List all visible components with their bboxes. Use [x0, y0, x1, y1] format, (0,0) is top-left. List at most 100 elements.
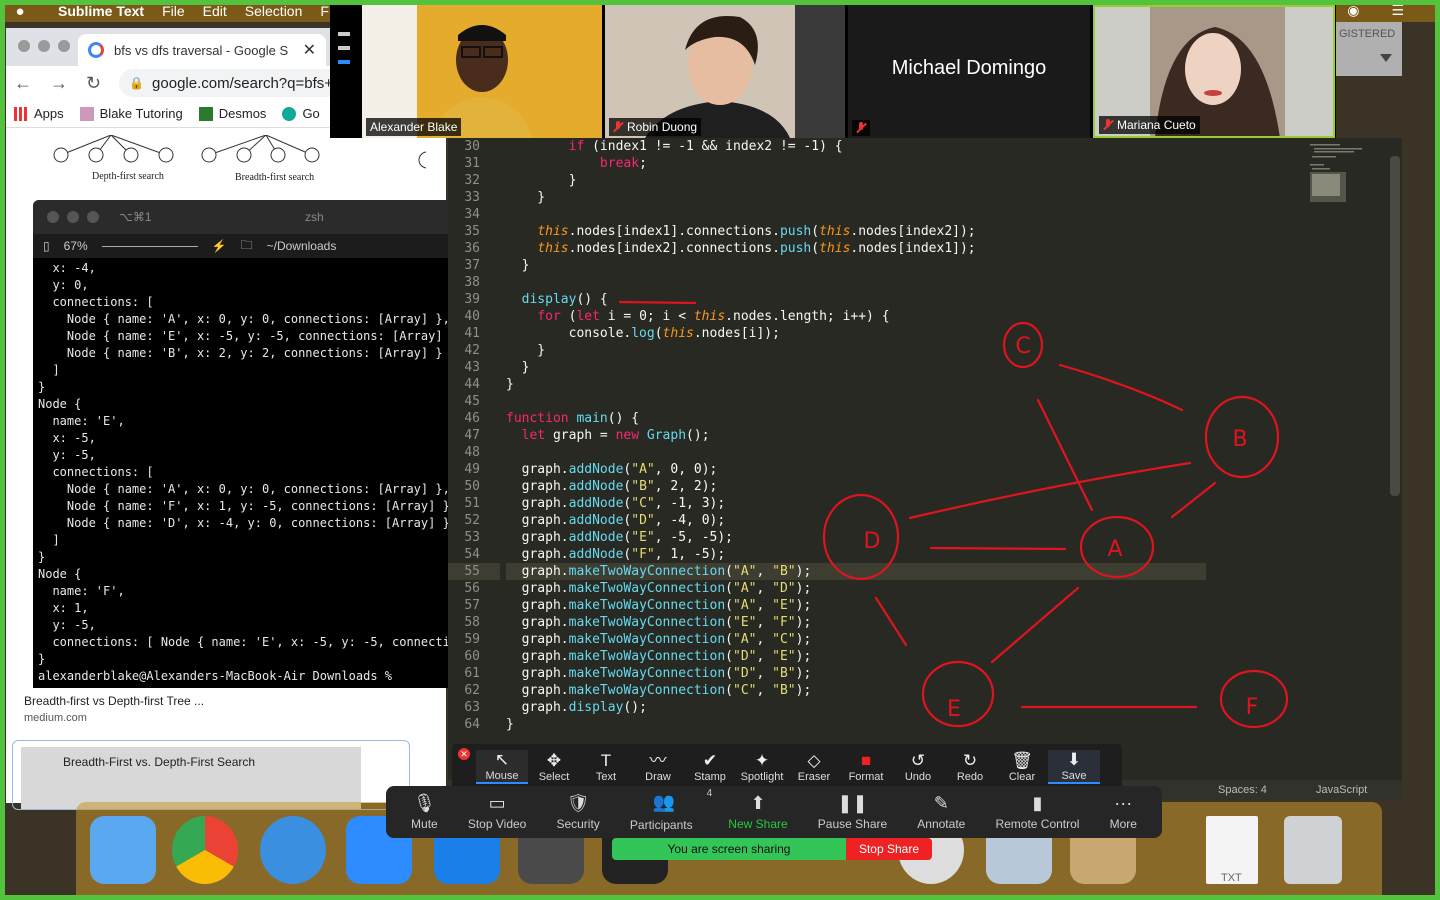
chrome-icon[interactable] — [172, 816, 238, 884]
code-line[interactable]: graph.makeTwoWayConnection("A", "C"); — [506, 631, 1206, 648]
code-line[interactable]: } — [506, 376, 1206, 393]
mute-button[interactable]: 🎙 Mute — [411, 793, 438, 831]
zoom-dot[interactable] — [58, 40, 70, 52]
control-center-icon[interactable]: ☰ — [1391, 2, 1404, 19]
minimize-dot[interactable] — [38, 40, 50, 52]
menu-partial[interactable]: F — [320, 3, 329, 19]
terminal-output[interactable]: x: -4, y: 0, connections: [ Node { name:… — [33, 258, 448, 685]
annotate-button[interactable]: ✎ Annotate — [917, 793, 965, 831]
code-line[interactable]: graph.addNode("E", -5, -5); — [506, 529, 1206, 546]
code-line[interactable]: } — [506, 172, 1206, 189]
code-line[interactable]: graph.makeTwoWayConnection("C", "B"); — [506, 682, 1206, 699]
code-line[interactable]: graph.makeTwoWayConnection("A", "D"); — [506, 580, 1206, 597]
annotate-draw-button[interactable]: 〰 Draw — [632, 751, 684, 783]
minimize-dot[interactable] — [67, 211, 79, 223]
annotate-format-button[interactable]: ■ Format — [840, 751, 892, 783]
participants-button[interactable]: 👥 Participants 4 — [630, 788, 712, 832]
menu-selection[interactable]: Selection — [245, 3, 303, 19]
code-line[interactable]: let graph = new Graph(); — [506, 427, 1206, 444]
trash-icon[interactable] — [1284, 816, 1342, 884]
video-tile-participant-4[interactable]: Mariana Cueto — [1093, 5, 1335, 138]
search-result-title[interactable]: Breadth-first vs Depth-first Tree ... — [24, 694, 204, 708]
code-editor[interactable]: 30 31 32 33 34 35 36 37 38 39 40 41 42 43 44 45 46 47 48 49… — [448, 138, 1402, 800]
code-line[interactable]: function main() { — [506, 410, 1206, 427]
code-line[interactable]: graph.addNode("A", 0, 0); — [506, 461, 1206, 478]
code-line[interactable]: this.nodes[index1].connections.push(this… — [506, 223, 1206, 240]
annotate-clear-button[interactable]: 🗑 Clear — [996, 751, 1048, 783]
close-dot[interactable] — [18, 40, 30, 52]
code-area[interactable]: if (index1 != -1 && index2 != -1) { brea… — [506, 138, 1206, 733]
code-line[interactable] — [506, 393, 1206, 410]
remote-control-button[interactable]: ▮ Remote Control — [995, 793, 1079, 831]
close-annotate-icon[interactable]: ✕ — [458, 748, 470, 760]
code-line[interactable] — [506, 444, 1206, 461]
syntax-mode[interactable]: JavaScript — [1316, 784, 1367, 796]
code-line[interactable]: graph.addNode("D", -4, 0); — [506, 512, 1206, 529]
dropdown-arrow-icon[interactable] — [1380, 54, 1392, 62]
annotate-text-button[interactable]: T Text — [580, 751, 632, 783]
code-line[interactable]: graph.display(); — [506, 699, 1206, 716]
code-line[interactable]: } — [506, 342, 1206, 359]
stop-video-button[interactable]: ▭ Stop Video — [468, 793, 527, 831]
view-switcher[interactable] — [334, 22, 356, 74]
video-tile-participant-3[interactable]: Michael Domingo — [848, 5, 1090, 138]
annotate-mouse-button[interactable]: ↖ Mouse — [476, 750, 528, 784]
code-line[interactable]: } — [506, 716, 1206, 733]
code-line[interactable]: graph.addNode("F", 1, -5); — [506, 546, 1206, 563]
menu-edit[interactable]: Edit — [203, 3, 227, 19]
annotate-redo-button[interactable]: ↻ Redo — [944, 751, 996, 783]
code-line[interactable]: graph.makeTwoWayConnection("D", "B"); — [506, 665, 1206, 682]
zoom-dot[interactable] — [87, 211, 99, 223]
video-tile-participant-2[interactable]: Robin Duong — [605, 5, 845, 138]
browser-tab[interactable]: bfs vs dfs traversal - Google S ✕ — [78, 34, 326, 66]
finder-icon[interactable] — [90, 816, 156, 884]
reload-icon[interactable]: ↻ — [86, 73, 101, 94]
annotate-stamp-button[interactable]: ✔ Stamp — [684, 751, 736, 783]
annotate-save-button[interactable]: ⬇ Save — [1048, 750, 1100, 784]
code-line[interactable]: graph.addNode("B", 2, 2); — [506, 478, 1206, 495]
new-share-button[interactable]: ⬆ New Share — [728, 793, 787, 831]
code-line[interactable]: graph.makeTwoWayConnection("A", "E"); — [506, 597, 1206, 614]
user-icon[interactable]: ◉ — [1347, 2, 1359, 19]
close-tab-icon[interactable]: ✕ — [303, 40, 316, 60]
code-line[interactable]: } — [506, 257, 1206, 274]
menu-app-name[interactable]: Sublime Text — [58, 3, 144, 19]
code-line[interactable]: this.nodes[index2].connections.push(this… — [506, 240, 1206, 257]
code-line[interactable]: console.log(this.nodes[i]); — [506, 325, 1206, 342]
security-button[interactable]: 🛡 Security — [556, 793, 599, 831]
editor-scrollbar[interactable] — [1390, 156, 1400, 496]
code-line[interactable] — [506, 274, 1206, 291]
back-icon[interactable]: ← — [14, 73, 32, 94]
annotate-undo-button[interactable]: ↺ Undo — [892, 751, 944, 783]
code-line[interactable] — [506, 206, 1206, 223]
safari-icon[interactable] — [260, 816, 326, 884]
pause-share-button[interactable]: ❚❚ Pause Share — [818, 793, 887, 831]
bookmark-apps[interactable]: Apps — [14, 106, 64, 121]
code-line[interactable]: graph.makeTwoWayConnection("E", "F"); — [506, 614, 1206, 631]
code-line[interactable]: } — [506, 359, 1206, 376]
stop-share-button[interactable]: Stop Share — [846, 838, 932, 860]
code-line[interactable]: graph.addNode("C", -1, 3); — [506, 495, 1206, 512]
bookmark-blake-tutoring[interactable]: Blake Tutoring — [79, 106, 183, 121]
bookmark-desmos[interactable]: Desmos — [198, 106, 266, 121]
video-tile-participant-1[interactable]: Alexander Blake — [362, 5, 602, 138]
annotate-spotlight-button[interactable]: ✦ Spotlight — [736, 751, 788, 783]
more-button[interactable]: ··· More — [1110, 793, 1137, 831]
code-line[interactable]: if (index1 != -1 && index2 != -1) { — [506, 138, 1206, 155]
minimap[interactable] — [1306, 138, 1386, 218]
code-line[interactable]: for (let i = 0; i < this.nodes.length; i… — [506, 308, 1206, 325]
code-line[interactable]: break; — [506, 155, 1206, 172]
code-line[interactable]: graph.makeTwoWayConnection("D", "E"); — [506, 648, 1206, 665]
indentation-setting[interactable]: Spaces: 4 — [1218, 784, 1267, 796]
annotate-select-button[interactable]: ✥ Select — [528, 751, 580, 783]
code-line[interactable]: graph.makeTwoWayConnection("A", "B"); — [506, 563, 1206, 580]
forward-icon[interactable]: → — [50, 73, 68, 94]
code-line[interactable]: } — [506, 189, 1206, 206]
bookmark-go[interactable]: Go — [282, 106, 320, 121]
code-line[interactable]: display() { — [506, 291, 1206, 308]
close-dot[interactable] — [47, 211, 59, 223]
image-result-card[interactable]: Breadth-First vs. Depth-First Search — [12, 740, 410, 810]
annotate-eraser-button[interactable]: ◇ Eraser — [788, 751, 840, 783]
menu-file[interactable]: File — [162, 3, 185, 19]
apple-icon[interactable]: ● — [0, 3, 40, 20]
